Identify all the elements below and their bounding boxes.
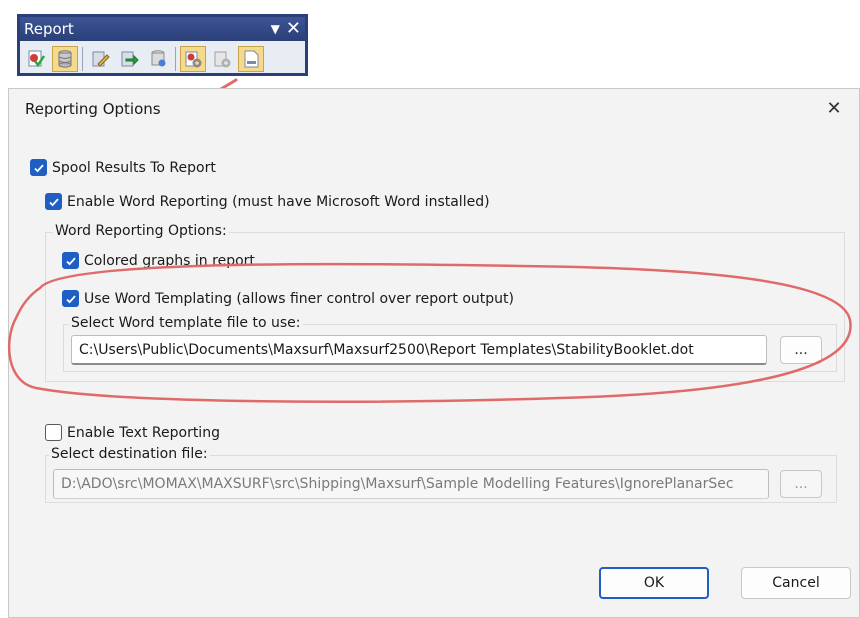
word-reporting-row[interactable]: Enable Word Reporting (must have Microso… [45,193,490,210]
dialog-title: Reporting Options [25,100,161,118]
checkmark-icon [65,256,76,265]
word-options-legend: Word Reporting Options: [53,223,229,239]
text-destination-legend: Select destination file: [49,446,210,462]
report-list-button[interactable] [145,46,171,72]
checkmark-icon [33,163,44,172]
cancel-button[interactable]: Cancel [741,567,851,599]
word-templating-label: Use Word Templating (allows finer contro… [84,290,514,307]
spool-results-label: Spool Results To Report [52,159,216,176]
spool-results-checkbox[interactable] [30,159,47,176]
toolbar-menu-arrow-icon[interactable]: ▼ [271,22,280,36]
word-templating-row[interactable]: Use Word Templating (allows finer contro… [62,290,514,307]
checkmark-icon [48,197,59,206]
word-reporting-label: Enable Word Reporting (must have Microso… [67,193,490,210]
toolbar-separator [82,47,83,71]
report-gear-disabled-button[interactable] [209,46,235,72]
text-destination-path-field[interactable]: D:\ADO\src\MOMAX\MAXSURF\src\Shipping\Ma… [53,469,769,499]
report-edit-button[interactable] [87,46,113,72]
text-reporting-checkbox[interactable] [45,424,62,441]
text-destination-browse-button[interactable]: ... [780,470,822,498]
toolbar-icon-row [20,41,305,72]
text-reporting-label: Enable Text Reporting [67,424,220,441]
report-settings-button[interactable] [180,46,206,72]
report-settings-icon [185,51,202,68]
toolbar-title: Report [24,20,74,38]
report-spool-icon [28,50,45,68]
report-document-button[interactable] [238,46,264,72]
report-spool-button[interactable] [23,46,49,72]
report-list-icon [151,50,166,67]
colored-graphs-label: Colored graphs in report [84,252,255,269]
reporting-options-dialog: Reporting Options ✕ Spool Results To Rep… [8,88,860,618]
report-edit-icon [92,51,110,67]
toolbar-separator [175,47,176,71]
report-export-icon [121,51,139,67]
report-toolbar: Report ▼ ✕ [17,14,308,76]
dialog-close-icon[interactable]: ✕ [823,98,845,120]
ok-button[interactable]: OK [599,567,709,599]
toolbar-close-icon[interactable]: ✕ [286,20,301,38]
toolbar-title-bar[interactable]: Report ▼ ✕ [20,17,305,41]
report-database-button[interactable] [52,46,78,72]
spool-results-row[interactable]: Spool Results To Report [30,159,216,176]
template-browse-button[interactable]: ... [780,336,822,364]
word-templating-checkbox[interactable] [62,290,79,307]
template-path-field[interactable]: C:\Users\Public\Documents\Maxsurf\Maxsur… [71,335,767,365]
word-reporting-checkbox[interactable] [45,193,62,210]
template-file-legend: Select Word template file to use: [69,315,303,331]
colored-graphs-checkbox[interactable] [62,252,79,269]
report-database-icon [58,50,72,68]
colored-graphs-row[interactable]: Colored graphs in report [62,252,255,269]
report-document-icon [244,50,259,68]
report-gear-disabled-icon [214,51,231,68]
text-reporting-row[interactable]: Enable Text Reporting [45,424,220,441]
checkmark-icon [65,294,76,303]
report-export-button[interactable] [116,46,142,72]
